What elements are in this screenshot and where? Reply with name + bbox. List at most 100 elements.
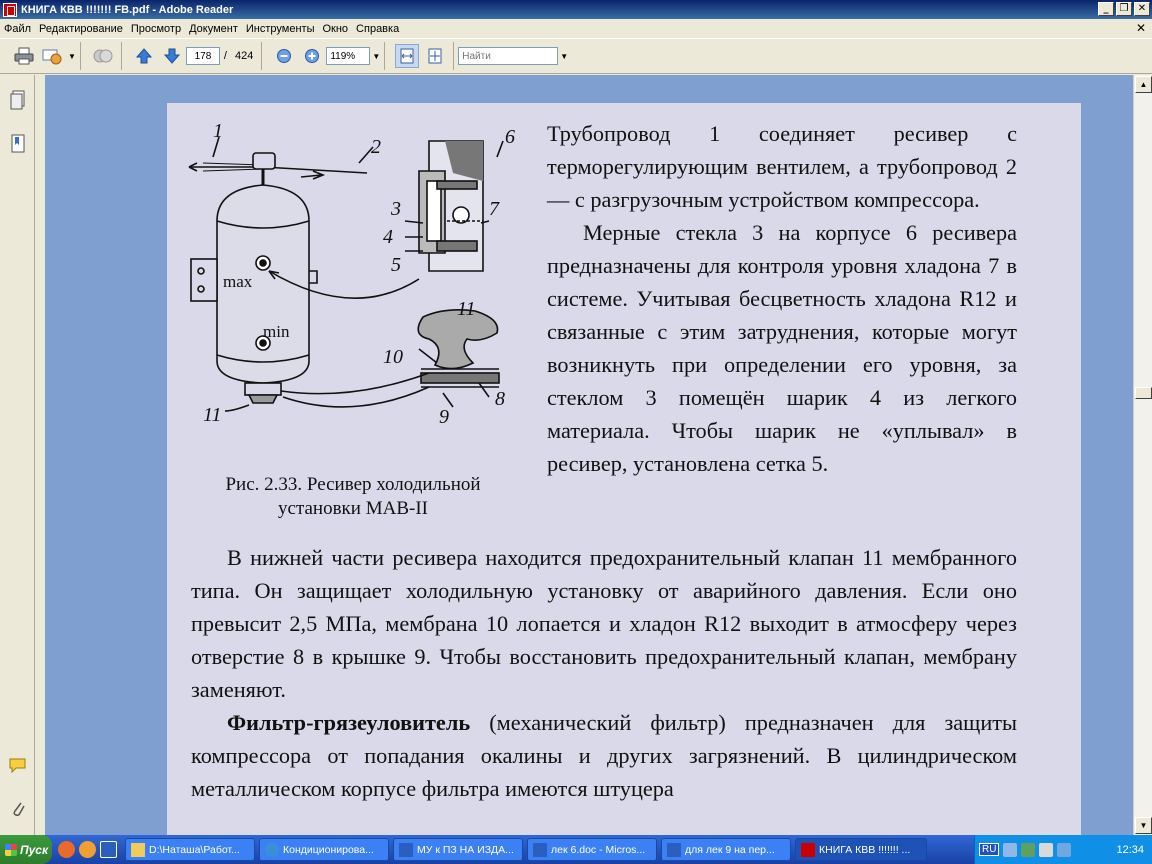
quick-launch <box>52 841 123 858</box>
figure-label-6: 6 <box>505 126 515 148</box>
task-browser[interactable]: Кондиционирова... <box>259 838 389 861</box>
start-button[interactable]: Пуск <box>0 835 52 864</box>
close-button[interactable]: ✕ <box>1134 2 1150 16</box>
menu-tools[interactable]: Инструменты <box>242 23 319 35</box>
figure-label-9: 9 <box>439 406 449 428</box>
clock: 12:34 <box>1116 843 1144 856</box>
task-folder[interactable]: D:\Наташа\Работ... <box>125 838 255 861</box>
network-icon[interactable] <box>1021 842 1036 857</box>
word-doc-icon <box>399 842 413 857</box>
receiver-figure: 1 2 3 4 5 6 7 8 9 10 11 11 max min <box>188 120 515 428</box>
bookmarks-icon[interactable] <box>8 133 28 155</box>
figure-label-7: 7 <box>489 198 500 220</box>
tray-app-icon[interactable] <box>1003 842 1018 857</box>
caption-line-1: Рис. 2.33. Ресивер холодильной <box>225 474 481 495</box>
main-column-text: В нижней части ресивера находится предох… <box>191 541 1017 805</box>
find-dropdown-icon[interactable]: ▼ <box>560 52 568 61</box>
page-separator: / <box>223 50 227 62</box>
zoom-input[interactable] <box>326 47 371 65</box>
zoom-tools: ▼ <box>266 42 386 70</box>
figure-label-2: 2 <box>371 136 381 158</box>
navigation-pane <box>0 75 35 835</box>
menu-document[interactable]: Документ <box>185 23 242 35</box>
menu-bar: Файл Редактирование Просмотр Документ Ин… <box>0 19 1152 38</box>
word-doc-icon <box>533 842 547 857</box>
word-icon[interactable] <box>100 841 117 858</box>
windows-flag-icon <box>5 843 17 856</box>
arrow-up-icon[interactable] <box>132 44 156 68</box>
zoom-out-icon[interactable] <box>272 44 296 68</box>
zoom-in-icon[interactable] <box>300 44 324 68</box>
find-input[interactable] <box>458 47 559 65</box>
window-controls: _ ❐ ✕ <box>1098 2 1150 16</box>
menu-edit[interactable]: Редактирование <box>35 23 127 35</box>
word-doc-icon <box>667 842 681 857</box>
system-tray: RU 12:34 <box>974 835 1152 864</box>
task-adobe-reader[interactable]: КНИГА КВВ !!!!!!! ... <box>795 838 927 861</box>
language-indicator[interactable]: RU <box>979 843 1000 856</box>
document-view[interactable]: 1 2 3 4 5 6 7 8 9 10 11 11 max min Рис. … <box>45 75 1133 835</box>
paragraph-pipes: Трубопровод 1 соединяет ресивер с термор… <box>547 121 1017 212</box>
scroll-thumb[interactable] <box>1135 387 1152 399</box>
window-title: КНИГА КВВ !!!!!!! FB.pdf - Adobe Reader <box>21 3 234 16</box>
figure-label-min: min <box>263 322 290 341</box>
print-icon[interactable] <box>12 44 36 68</box>
right-column-text: Трубопровод 1 соединяет ресивер с термор… <box>547 117 1017 480</box>
browser-icon[interactable] <box>58 841 75 858</box>
collaborate-icon[interactable] <box>91 44 115 68</box>
figure-label-11-top: 11 <box>457 298 476 320</box>
mail-icon[interactable] <box>79 841 96 858</box>
task-label: КНИГА КВВ !!!!!!! ... <box>819 843 911 856</box>
tray-monitor-icon[interactable] <box>1057 842 1072 857</box>
pdf-icon <box>801 842 815 857</box>
pages-icon[interactable] <box>8 89 28 111</box>
task-doc-3[interactable]: для лек 9 на пер... <box>661 838 791 861</box>
fit-width-icon[interactable] <box>395 44 420 68</box>
term-filter: Фильтр-грязеуловитель <box>227 710 471 735</box>
paragraph-sight-glass: Мерные стекла 3 на корпусе 6 ресивера пр… <box>547 220 1017 476</box>
menu-view[interactable]: Просмотр <box>127 23 185 35</box>
volume-icon[interactable] <box>1039 842 1054 857</box>
menu-file[interactable]: Файл <box>0 23 35 35</box>
zoom-dropdown-icon[interactable]: ▼ <box>372 52 380 61</box>
chevron-down-icon[interactable]: ▼ <box>68 52 76 61</box>
title-bar: КНИГА КВВ !!!!!!! FB.pdf - Adobe Reader … <box>0 0 1152 19</box>
task-label: D:\Наташа\Работ... <box>149 843 240 856</box>
task-label: Кондиционирова... <box>283 843 374 856</box>
figure-label-3: 3 <box>390 198 401 220</box>
collaborate-tools <box>85 42 122 70</box>
figure-label-8: 8 <box>495 388 505 410</box>
page-number-input[interactable] <box>185 47 220 65</box>
figure-caption: Рис. 2.33. Ресивер холодильной установки… <box>183 473 523 521</box>
toolbar: ▼ / 424 ▼ ▼ <box>0 38 1152 74</box>
taskbar: Пуск D:\Наташа\Работ... Кондиционирова..… <box>0 835 1152 864</box>
menu-window[interactable]: Окно <box>318 23 352 35</box>
vertical-scrollbar[interactable]: ▲ ▼ <box>1133 75 1152 835</box>
minimize-button[interactable]: _ <box>1098 2 1114 16</box>
scroll-up-button[interactable]: ▲ <box>1135 76 1152 93</box>
page-navigation: / 424 <box>126 42 263 70</box>
ie-icon <box>265 842 279 857</box>
start-label: Пуск <box>20 842 49 857</box>
figure-label-5: 5 <box>391 254 401 276</box>
restore-button[interactable]: ❐ <box>1116 2 1132 16</box>
comments-icon[interactable] <box>8 755 28 777</box>
figure-label-10: 10 <box>383 346 403 368</box>
task-label: МУ к ПЗ НА ИЗДА... <box>417 843 514 856</box>
task-doc-1[interactable]: МУ к ПЗ НА ИЗДА... <box>393 838 523 861</box>
paragraph-filter: Фильтр-грязеуловитель (механический филь… <box>191 706 1017 805</box>
task-doc-2[interactable]: лек 6.doc - Micros... <box>527 838 657 861</box>
scroll-down-button[interactable]: ▼ <box>1135 817 1152 834</box>
adobe-reader-icon <box>3 2 17 17</box>
arrow-down-icon[interactable] <box>160 44 184 68</box>
figure-label-max: max <box>223 272 253 291</box>
document-close-icon[interactable]: ✕ <box>1136 21 1146 35</box>
email-icon[interactable] <box>40 44 64 68</box>
file-tools: ▼ <box>6 42 81 70</box>
pdf-page: 1 2 3 4 5 6 7 8 9 10 11 11 max min Рис. … <box>167 103 1081 835</box>
attachments-icon[interactable] <box>8 797 28 819</box>
folder-icon <box>131 842 145 857</box>
menu-help[interactable]: Справка <box>352 23 403 35</box>
figure-label-4: 4 <box>383 226 393 248</box>
fit-page-icon[interactable] <box>423 44 447 68</box>
